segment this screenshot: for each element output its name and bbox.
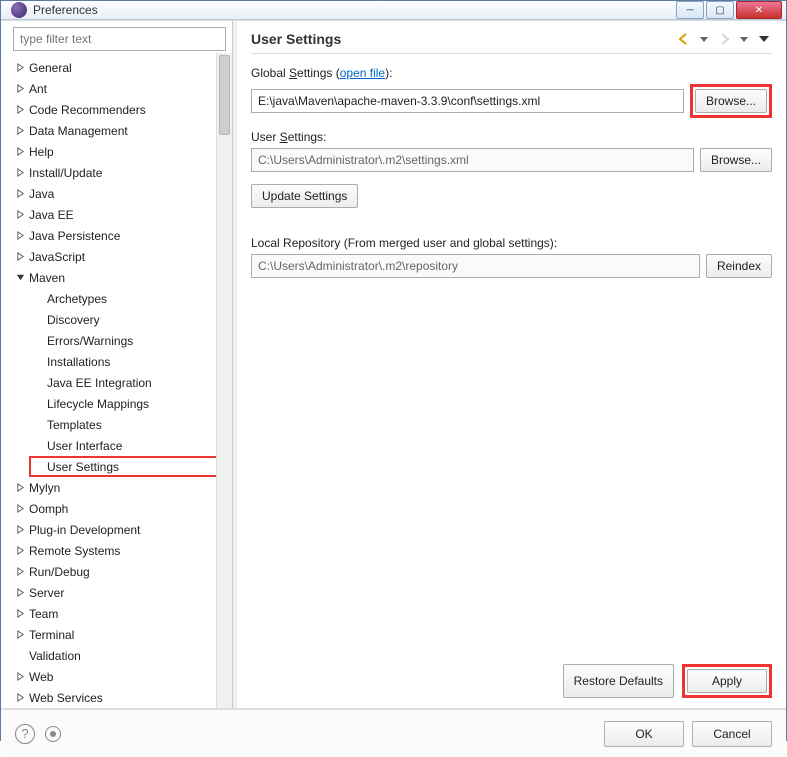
tree-item-java[interactable]: Java	[11, 183, 232, 204]
content-area: General Ant Code Recommenders Data Manag…	[1, 20, 786, 757]
user-settings-input[interactable]	[251, 148, 694, 172]
expand-icon[interactable]	[13, 103, 27, 117]
tree-item-installations[interactable]: Installations	[29, 351, 232, 372]
tree-item-team[interactable]: Team	[11, 603, 232, 624]
close-button[interactable]: ✕	[736, 1, 782, 19]
tree-item-install-update[interactable]: Install/Update	[11, 162, 232, 183]
expand-icon[interactable]	[13, 166, 27, 180]
window-title: Preferences	[33, 3, 676, 17]
local-repo-input[interactable]	[251, 254, 700, 278]
forward-icon[interactable]	[716, 31, 732, 47]
tree-item-plugin-dev[interactable]: Plug-in Development	[11, 519, 232, 540]
restore-defaults-button[interactable]: Restore Defaults	[563, 664, 674, 698]
tree-item-maven[interactable]: Maven	[11, 267, 232, 288]
expand-icon[interactable]	[13, 208, 27, 222]
expand-icon[interactable]	[13, 502, 27, 516]
expand-icon[interactable]	[13, 586, 27, 600]
tree-item-lifecycle-mappings[interactable]: Lifecycle Mappings	[29, 393, 232, 414]
left-panel: General Ant Code Recommenders Data Manag…	[1, 21, 233, 708]
tree-item-web-services[interactable]: Web Services	[11, 687, 232, 708]
update-settings-button[interactable]: Update Settings	[251, 184, 358, 208]
expand-icon[interactable]	[13, 187, 27, 201]
tree-item-run-debug[interactable]: Run/Debug	[11, 561, 232, 582]
expand-icon[interactable]	[13, 481, 27, 495]
tree-item-user-settings[interactable]: User Settings	[29, 456, 232, 477]
preferences-tree[interactable]: General Ant Code Recommenders Data Manag…	[7, 57, 232, 708]
tree-item-general[interactable]: General	[11, 57, 232, 78]
tree-item-javascript[interactable]: JavaScript	[11, 246, 232, 267]
tree-item-code-recommenders[interactable]: Code Recommenders	[11, 99, 232, 120]
import-export-icon[interactable]	[45, 726, 61, 742]
expand-icon[interactable]	[13, 628, 27, 642]
tree-item-javaee-integration[interactable]: Java EE Integration	[29, 372, 232, 393]
expand-icon[interactable]	[13, 607, 27, 621]
tree-scrollbar[interactable]	[216, 53, 232, 708]
apply-button[interactable]: Apply	[687, 669, 767, 693]
expand-icon[interactable]	[13, 691, 27, 705]
global-settings-label: Global Settings (open file):	[251, 66, 772, 80]
expand-icon[interactable]	[13, 523, 27, 537]
back-icon[interactable]	[676, 31, 692, 47]
browse-user-button[interactable]: Browse...	[700, 148, 772, 172]
tree-item-oomph[interactable]: Oomph	[11, 498, 232, 519]
cancel-button[interactable]: Cancel	[692, 721, 772, 747]
tree-item-java-ee[interactable]: Java EE	[11, 204, 232, 225]
page-title: User Settings	[251, 31, 676, 47]
titlebar: Preferences ─ ▢ ✕	[1, 1, 786, 20]
forward-menu-icon[interactable]	[736, 31, 752, 47]
tree-item-ant[interactable]: Ant	[11, 78, 232, 99]
tree-item-help[interactable]: Help	[11, 141, 232, 162]
maximize-button[interactable]: ▢	[706, 1, 734, 19]
expand-icon[interactable]	[13, 670, 27, 684]
minimize-button[interactable]: ─	[676, 1, 704, 19]
right-panel: User Settings Global Settings (open file…	[237, 21, 786, 708]
global-settings-input[interactable]	[251, 89, 684, 113]
browse-global-button[interactable]: Browse...	[695, 89, 767, 113]
expand-icon[interactable]	[13, 229, 27, 243]
local-repo-label: Local Repository (From merged user and g…	[251, 236, 772, 250]
tree-item-java-persistence[interactable]: Java Persistence	[11, 225, 232, 246]
tree-item-errors-warnings[interactable]: Errors/Warnings	[29, 330, 232, 351]
tree-item-user-interface[interactable]: User Interface	[29, 435, 232, 456]
expand-icon[interactable]	[13, 124, 27, 138]
tree-item-discovery[interactable]: Discovery	[29, 309, 232, 330]
tree-item-templates[interactable]: Templates	[29, 414, 232, 435]
user-settings-label: User Settings:	[251, 130, 772, 144]
tree-item-validation[interactable]: Validation	[11, 645, 232, 666]
tree-item-server[interactable]: Server	[11, 582, 232, 603]
reindex-button[interactable]: Reindex	[706, 254, 772, 278]
app-icon	[11, 2, 27, 18]
expand-icon[interactable]	[13, 61, 27, 75]
expand-icon[interactable]	[13, 544, 27, 558]
dialog-footer: ? OK Cancel	[1, 709, 786, 757]
tree-item-terminal[interactable]: Terminal	[11, 624, 232, 645]
open-file-link[interactable]: open file	[340, 66, 385, 80]
tree-item-data-management[interactable]: Data Management	[11, 120, 232, 141]
expand-icon[interactable]	[13, 565, 27, 579]
expand-icon[interactable]	[13, 145, 27, 159]
expand-icon[interactable]	[13, 250, 27, 264]
view-menu-icon[interactable]	[756, 31, 772, 47]
tree-item-mylyn[interactable]: Mylyn	[11, 477, 232, 498]
tree-item-web[interactable]: Web	[11, 666, 232, 687]
tree-item-remote-systems[interactable]: Remote Systems	[11, 540, 232, 561]
ok-button[interactable]: OK	[604, 721, 684, 747]
collapse-icon[interactable]	[13, 271, 27, 285]
filter-input[interactable]	[13, 27, 226, 51]
tree-item-archetypes[interactable]: Archetypes	[29, 288, 232, 309]
back-menu-icon[interactable]	[696, 31, 712, 47]
expand-icon[interactable]	[13, 82, 27, 96]
preferences-dialog: Preferences ─ ▢ ✕ General Ant Code Recom…	[0, 0, 787, 741]
